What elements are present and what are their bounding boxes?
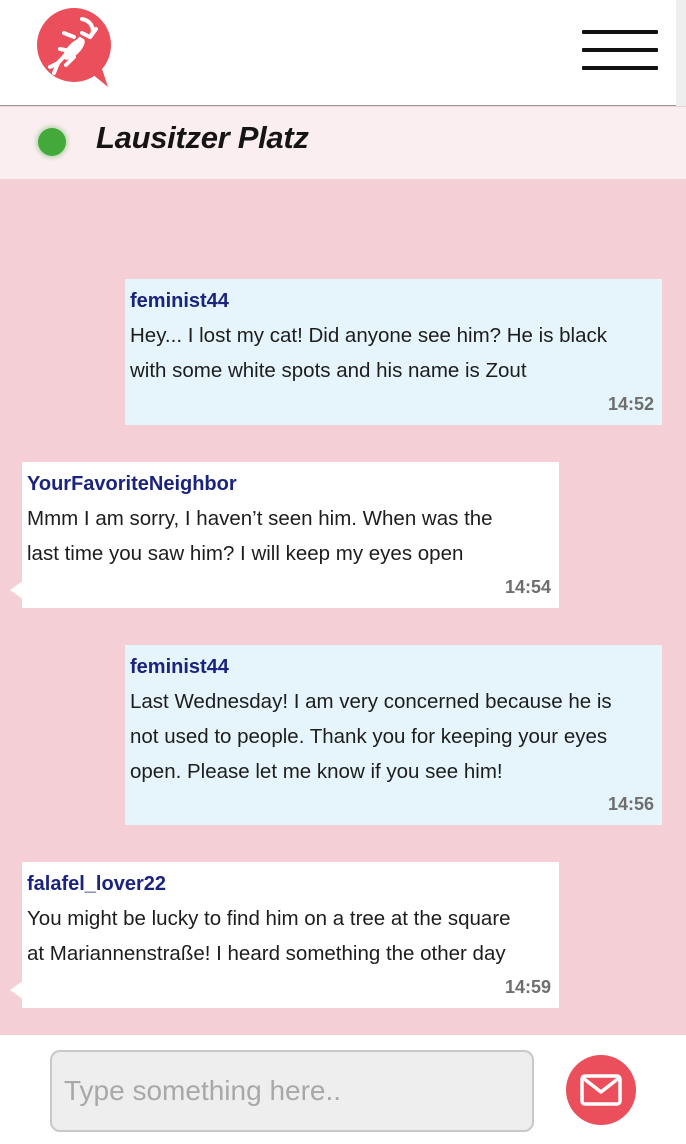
message-line: You might be lucky to find him on a tree… — [27, 907, 511, 930]
online-status-indicator — [38, 128, 66, 156]
message-line: Hey... I lost my cat! Did anyone see him… — [130, 324, 608, 347]
menu-bar-line — [582, 48, 658, 52]
message-line: open. Please let me know if you see him! — [130, 760, 503, 783]
envelope-icon — [580, 1074, 622, 1106]
message-timestamp: 14:54 — [504, 577, 551, 597]
message-text: Mmm I am sorry, I haven’t seen him. When… — [27, 501, 559, 571]
message-line: not used to people. Thank you for keepin… — [130, 725, 608, 748]
message-bubble: YourFavoriteNeighbor Mmm I am sorry, I h… — [10, 462, 559, 608]
message-line: Last Wednesday! I am very concerned beca… — [130, 690, 612, 713]
menu-bar-line — [582, 30, 658, 34]
send-button[interactable] — [566, 1055, 636, 1125]
message-line: with some white spots and his name is Zo… — [130, 359, 527, 382]
room-title: Lausitzer Platz — [96, 120, 309, 155]
message-timestamp: 14:56 — [607, 794, 654, 814]
message-input[interactable] — [50, 1050, 534, 1132]
message-text: Hey... I lost my cat! Did anyone see him… — [130, 318, 662, 388]
message-username[interactable]: feminist44 — [130, 289, 662, 313]
message-bubble: feminist44 Last Wednesday! I am very con… — [125, 645, 662, 825]
message-username[interactable]: feminist44 — [130, 655, 662, 679]
message-bubble: feminist44 Hey... I lost my cat! Did any… — [125, 279, 662, 425]
message-line: at Mariannenstraße! I heard something th… — [27, 942, 506, 965]
chat-app: Lausitzer Platz feminist44 Hey... I lost… — [0, 0, 686, 1144]
message-username[interactable]: YourFavoriteNeighbor — [27, 472, 559, 496]
menu-bar-line — [582, 66, 658, 70]
message-timestamp: 14:52 — [607, 394, 654, 414]
lobster-chat-bubble-icon[interactable] — [34, 7, 116, 89]
message-timestamp: 14:59 — [504, 977, 551, 997]
hamburger-menu-icon[interactable] — [582, 30, 658, 72]
top-bar — [0, 0, 686, 106]
scrollbar[interactable] — [676, 0, 686, 106]
message-text: Last Wednesday! I am very concerned beca… — [130, 684, 662, 789]
message-username[interactable]: falafel_lover22 — [27, 872, 559, 896]
message-bubble: falafel_lover22 You might be lucky to fi… — [10, 862, 559, 1008]
message-list: feminist44 Hey... I lost my cat! Did any… — [0, 179, 686, 1035]
message-line: last time you saw him? I will keep my ey… — [27, 542, 464, 565]
message-line: Mmm I am sorry, I haven’t seen him. When… — [27, 507, 493, 530]
message-text: You might be lucky to find him on a tree… — [27, 901, 559, 971]
